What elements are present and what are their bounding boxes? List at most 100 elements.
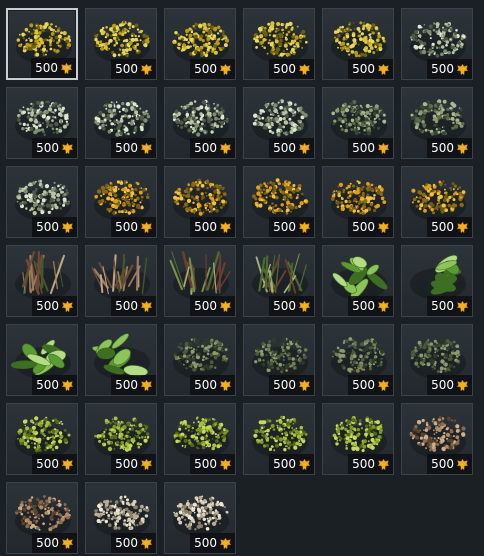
price-value: 500	[273, 141, 296, 155]
price-tag: 500	[269, 454, 314, 474]
golden-eagles-icon	[140, 221, 153, 234]
price-value: 500	[431, 299, 454, 313]
price-value: 500	[194, 220, 217, 234]
decoration-slot[interactable]: 500	[6, 245, 78, 317]
decoration-slot[interactable]: 500	[85, 245, 157, 317]
price-value: 500	[36, 141, 59, 155]
decoration-slot[interactable]: 500	[243, 166, 315, 238]
decoration-slot[interactable]: 500	[164, 166, 236, 238]
golden-eagles-icon	[377, 63, 390, 76]
price-tag: 500	[348, 217, 393, 237]
decoration-slot[interactable]: 500	[164, 245, 236, 317]
price-tag: 500	[190, 296, 235, 316]
decoration-slot[interactable]: 500	[164, 482, 236, 554]
golden-eagles-icon	[219, 458, 232, 471]
price-tag: 500	[348, 454, 393, 474]
price-value: 500	[431, 457, 454, 471]
price-value: 500	[36, 536, 59, 550]
golden-eagles-icon	[377, 221, 390, 234]
price-value: 500	[194, 299, 217, 313]
decoration-slot[interactable]: 500	[401, 166, 473, 238]
golden-eagles-icon	[456, 300, 469, 313]
decoration-slot[interactable]: 500	[243, 324, 315, 396]
decoration-slot[interactable]: 500	[322, 245, 394, 317]
golden-eagles-icon	[456, 142, 469, 155]
price-value: 500	[36, 457, 59, 471]
price-value: 500	[352, 62, 375, 76]
price-value: 500	[431, 378, 454, 392]
decoration-slot[interactable]: 500	[6, 8, 78, 80]
decoration-slot[interactable]: 500	[85, 324, 157, 396]
decoration-slot[interactable]: 500	[401, 324, 473, 396]
decoration-slot[interactable]: 500	[85, 8, 157, 80]
price-tag: 500	[427, 217, 472, 237]
decoration-slot[interactable]: 500	[85, 403, 157, 475]
decoration-slot[interactable]: 500	[322, 166, 394, 238]
price-value: 500	[115, 220, 138, 234]
golden-eagles-icon	[61, 221, 74, 234]
decoration-slot[interactable]: 500	[6, 166, 78, 238]
price-tag: 500	[269, 296, 314, 316]
price-value: 500	[36, 378, 59, 392]
decoration-slot[interactable]: 500	[85, 482, 157, 554]
price-value: 500	[352, 141, 375, 155]
decoration-slot[interactable]: 500	[243, 245, 315, 317]
price-value: 500	[431, 62, 454, 76]
golden-eagles-icon	[61, 537, 74, 550]
decoration-slot[interactable]: 500	[401, 403, 473, 475]
price-value: 500	[194, 378, 217, 392]
golden-eagles-icon	[140, 379, 153, 392]
price-tag: 500	[32, 217, 77, 237]
decoration-slot[interactable]: 500	[164, 8, 236, 80]
price-tag: 500	[32, 296, 77, 316]
decoration-slot[interactable]: 500	[243, 87, 315, 159]
price-tag: 500	[427, 454, 472, 474]
price-tag: 500	[111, 533, 156, 553]
price-tag: 500	[348, 375, 393, 395]
decoration-slot[interactable]: 500	[164, 403, 236, 475]
decoration-slot[interactable]: 500	[401, 8, 473, 80]
decoration-slot[interactable]: 500	[6, 324, 78, 396]
price-tag: 500	[111, 454, 156, 474]
decoration-slot[interactable]: 500	[6, 482, 78, 554]
decoration-slot[interactable]: 500	[243, 403, 315, 475]
golden-eagles-icon	[61, 300, 74, 313]
decoration-slot[interactable]: 500	[322, 324, 394, 396]
decoration-slot[interactable]: 500	[243, 8, 315, 80]
price-value: 500	[115, 457, 138, 471]
golden-eagles-icon	[60, 62, 73, 75]
decoration-slot[interactable]: 500	[164, 324, 236, 396]
decoration-slot[interactable]: 500	[164, 87, 236, 159]
golden-eagles-icon	[61, 379, 74, 392]
price-value: 500	[273, 62, 296, 76]
decoration-slot[interactable]: 500	[85, 166, 157, 238]
price-value: 500	[115, 62, 138, 76]
golden-eagles-icon	[298, 300, 311, 313]
price-value: 500	[273, 378, 296, 392]
price-value: 500	[115, 141, 138, 155]
golden-eagles-icon	[298, 63, 311, 76]
price-value: 500	[431, 220, 454, 234]
price-value: 500	[352, 220, 375, 234]
price-tag: 500	[190, 59, 235, 79]
decoration-slot[interactable]: 500	[6, 87, 78, 159]
price-tag: 500	[269, 217, 314, 237]
decoration-slot[interactable]: 500	[85, 87, 157, 159]
price-value: 500	[36, 220, 59, 234]
decoration-slot[interactable]: 500	[401, 245, 473, 317]
price-value: 500	[115, 378, 138, 392]
decoration-slot[interactable]: 500	[322, 403, 394, 475]
golden-eagles-icon	[219, 537, 232, 550]
decoration-slot[interactable]: 500	[6, 403, 78, 475]
decoration-slot[interactable]: 500	[322, 8, 394, 80]
price-tag: 500	[32, 138, 77, 158]
golden-eagles-icon	[377, 142, 390, 155]
golden-eagles-icon	[140, 63, 153, 76]
price-value: 500	[352, 378, 375, 392]
price-value: 500	[194, 457, 217, 471]
decoration-slot[interactable]: 500	[401, 87, 473, 159]
golden-eagles-icon	[377, 379, 390, 392]
golden-eagles-icon	[140, 537, 153, 550]
decoration-slot[interactable]: 500	[322, 87, 394, 159]
price-tag: 500	[111, 296, 156, 316]
